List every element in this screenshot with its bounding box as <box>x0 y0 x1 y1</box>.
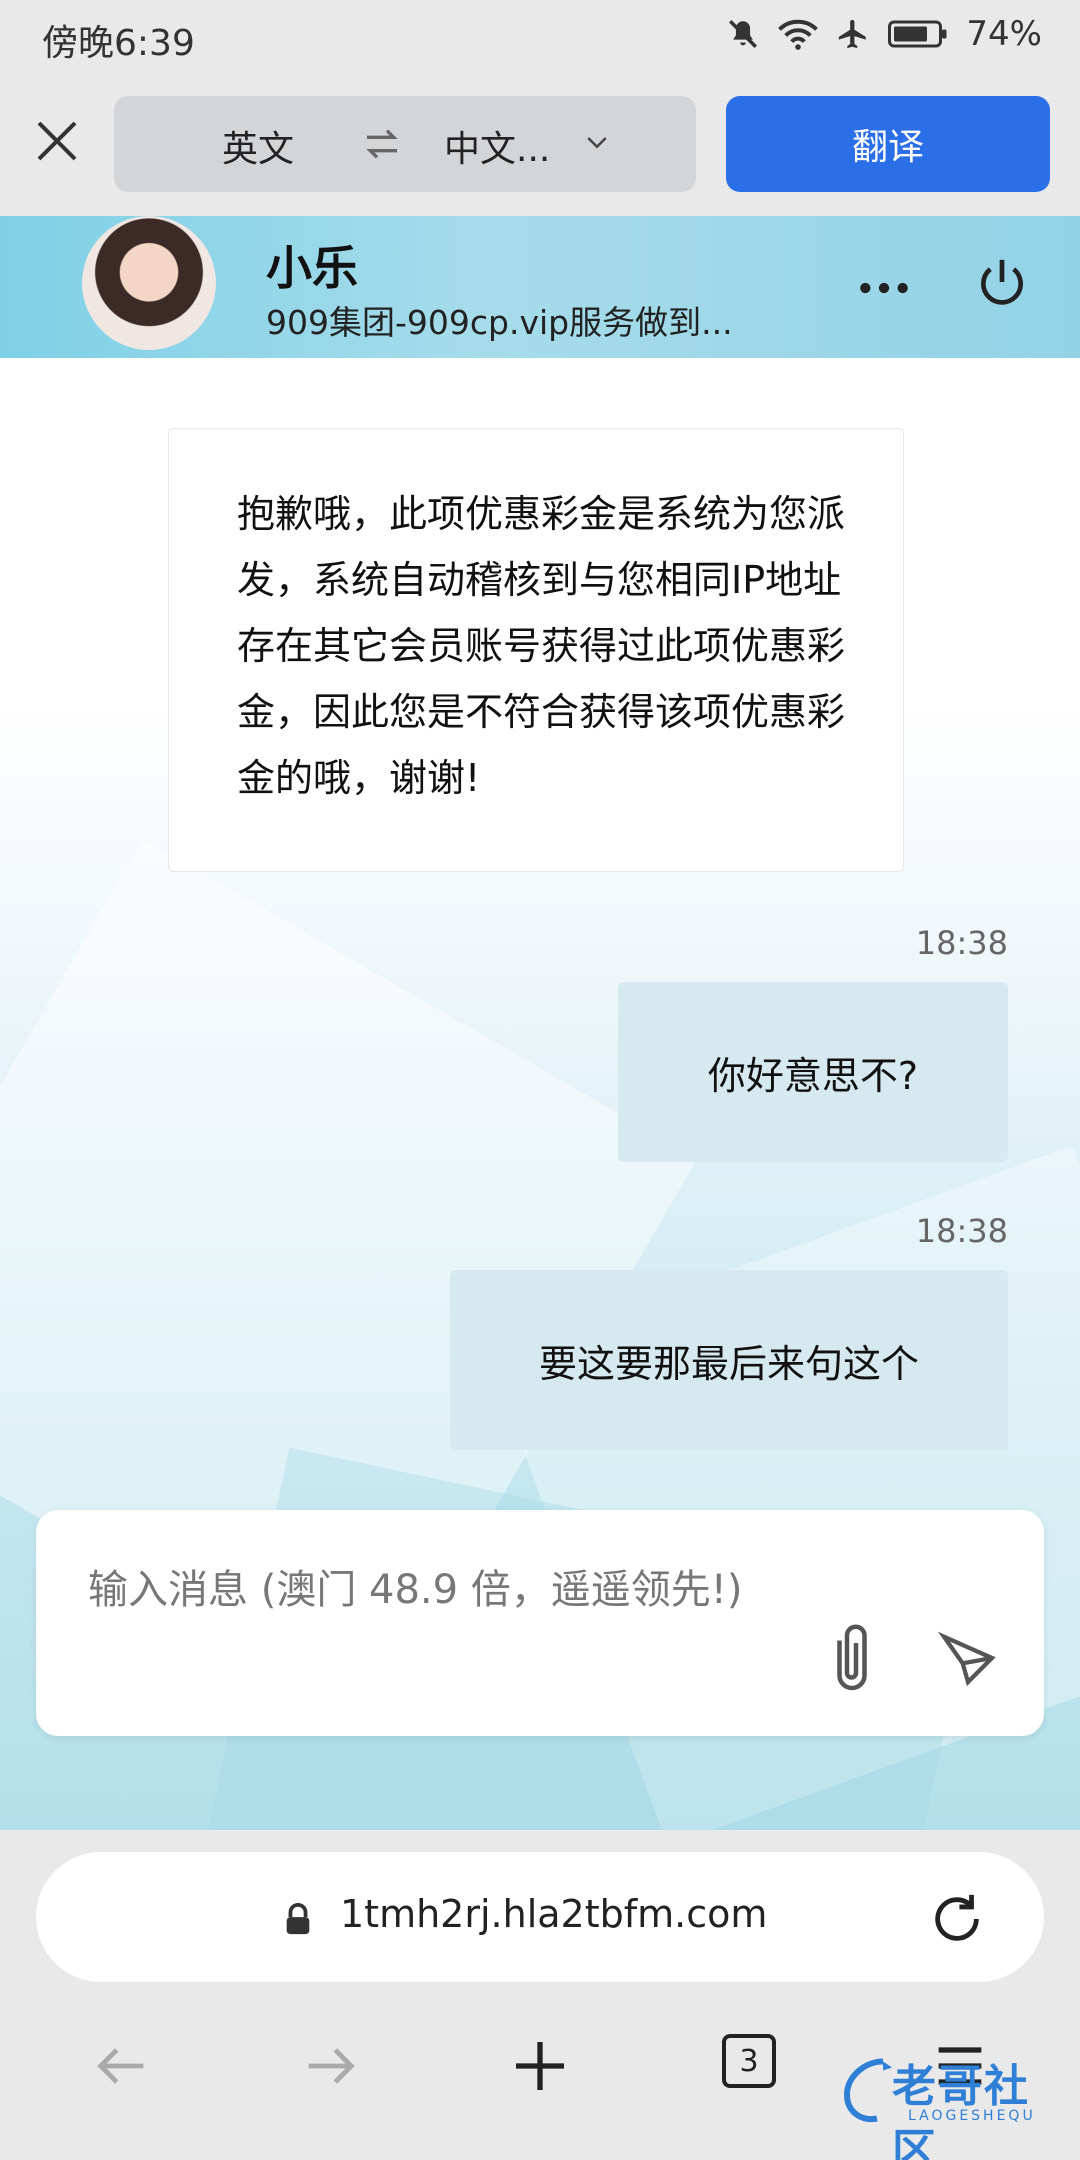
battery-icon <box>888 20 947 48</box>
watermark-text: 老哥社区 <box>892 2061 1030 2160</box>
language-selector[interactable]: 英文 中文... <box>114 96 696 192</box>
message-bubble-agent: 抱歉哦，此项优惠彩金是系统为您派发，系统自动稽核到与您相同IP地址存在其它会员账… <box>168 428 904 872</box>
message-bubble-user: 你好意思不? <box>618 982 1008 1162</box>
watermark-logo: 老哥社区 LAOGESHEQU <box>838 2050 1068 2160</box>
message-timestamp: 18:38 <box>915 1212 1008 1250</box>
new-tab-icon[interactable] <box>508 2034 572 2098</box>
avatar <box>82 216 216 350</box>
dragon-logo-icon <box>843 2058 892 2123</box>
reload-icon[interactable] <box>928 1890 986 1948</box>
tabs-button[interactable]: 3 <box>722 2034 776 2088</box>
target-language[interactable]: 中文... <box>444 120 550 172</box>
send-icon[interactable] <box>936 1626 1000 1690</box>
address-bar[interactable]: 1tmh2rj.hla2tbfm.com <box>36 1852 1044 1982</box>
input-placeholder[interactable]: 输入消息 (澳门 48.9 倍，遥遥领先!) <box>88 1556 808 1624</box>
mute-bell-icon <box>729 19 758 49</box>
more-icon[interactable] <box>856 260 912 316</box>
forward-arrow-icon[interactable] <box>298 2034 362 2098</box>
web-page: 小乐 909集团-909cp.vip服务做到... 抱歉哦，此项优惠彩金是系统为… <box>0 216 1080 1830</box>
swap-icon[interactable] <box>362 124 402 164</box>
bottom-navigation: 3 老哥社区 LAOGESHEQU <box>0 1994 1080 2160</box>
chat-header: 小乐 909集团-909cp.vip服务做到... <box>0 216 1080 358</box>
wifi-icon <box>778 19 819 50</box>
agent-subtitle: 909集团-909cp.vip服务做到... <box>266 303 733 342</box>
chevron-down-icon[interactable] <box>582 128 612 158</box>
airplane-icon <box>839 19 867 49</box>
address-bar-area: 1tmh2rj.hla2tbfm.com <box>0 1830 1080 1994</box>
status-time: 傍晚6:39 <box>42 23 195 64</box>
battery-percent: 74% <box>966 14 1042 54</box>
message-timestamp: 18:38 <box>915 924 1008 962</box>
message-bubble-user: 要这要那最后来句这个 <box>450 1270 1008 1450</box>
status-icons: 74% <box>726 14 1042 54</box>
translate-button[interactable]: 翻译 <box>726 96 1050 192</box>
watermark-subtext: LAOGESHEQU <box>908 2108 1036 2124</box>
agent-name: 小乐 <box>266 241 358 295</box>
translate-bar: 英文 中文... 翻译 <box>0 78 1080 216</box>
back-arrow-icon[interactable] <box>90 2034 154 2098</box>
source-language[interactable]: 英文 <box>222 120 294 172</box>
url-text[interactable]: 1tmh2rj.hla2tbfm.com <box>340 1892 767 1936</box>
message-input[interactable]: 输入消息 (澳门 48.9 倍，遥遥领先!) <box>36 1510 1044 1736</box>
lock-icon <box>286 1903 310 1935</box>
close-icon[interactable] <box>30 114 84 168</box>
power-icon[interactable] <box>974 254 1030 310</box>
message-text: 要这要那最后来句这个 <box>538 1341 919 1386</box>
message-text: 抱歉哦，此项优惠彩金是系统为您派发，系统自动稽核到与您相同IP地址存在其它会员账… <box>237 492 846 800</box>
message-text: 你好意思不? <box>707 1053 919 1098</box>
status-bar: 傍晚6:39 74% <box>0 0 1080 78</box>
attachment-icon[interactable] <box>822 1620 882 1696</box>
